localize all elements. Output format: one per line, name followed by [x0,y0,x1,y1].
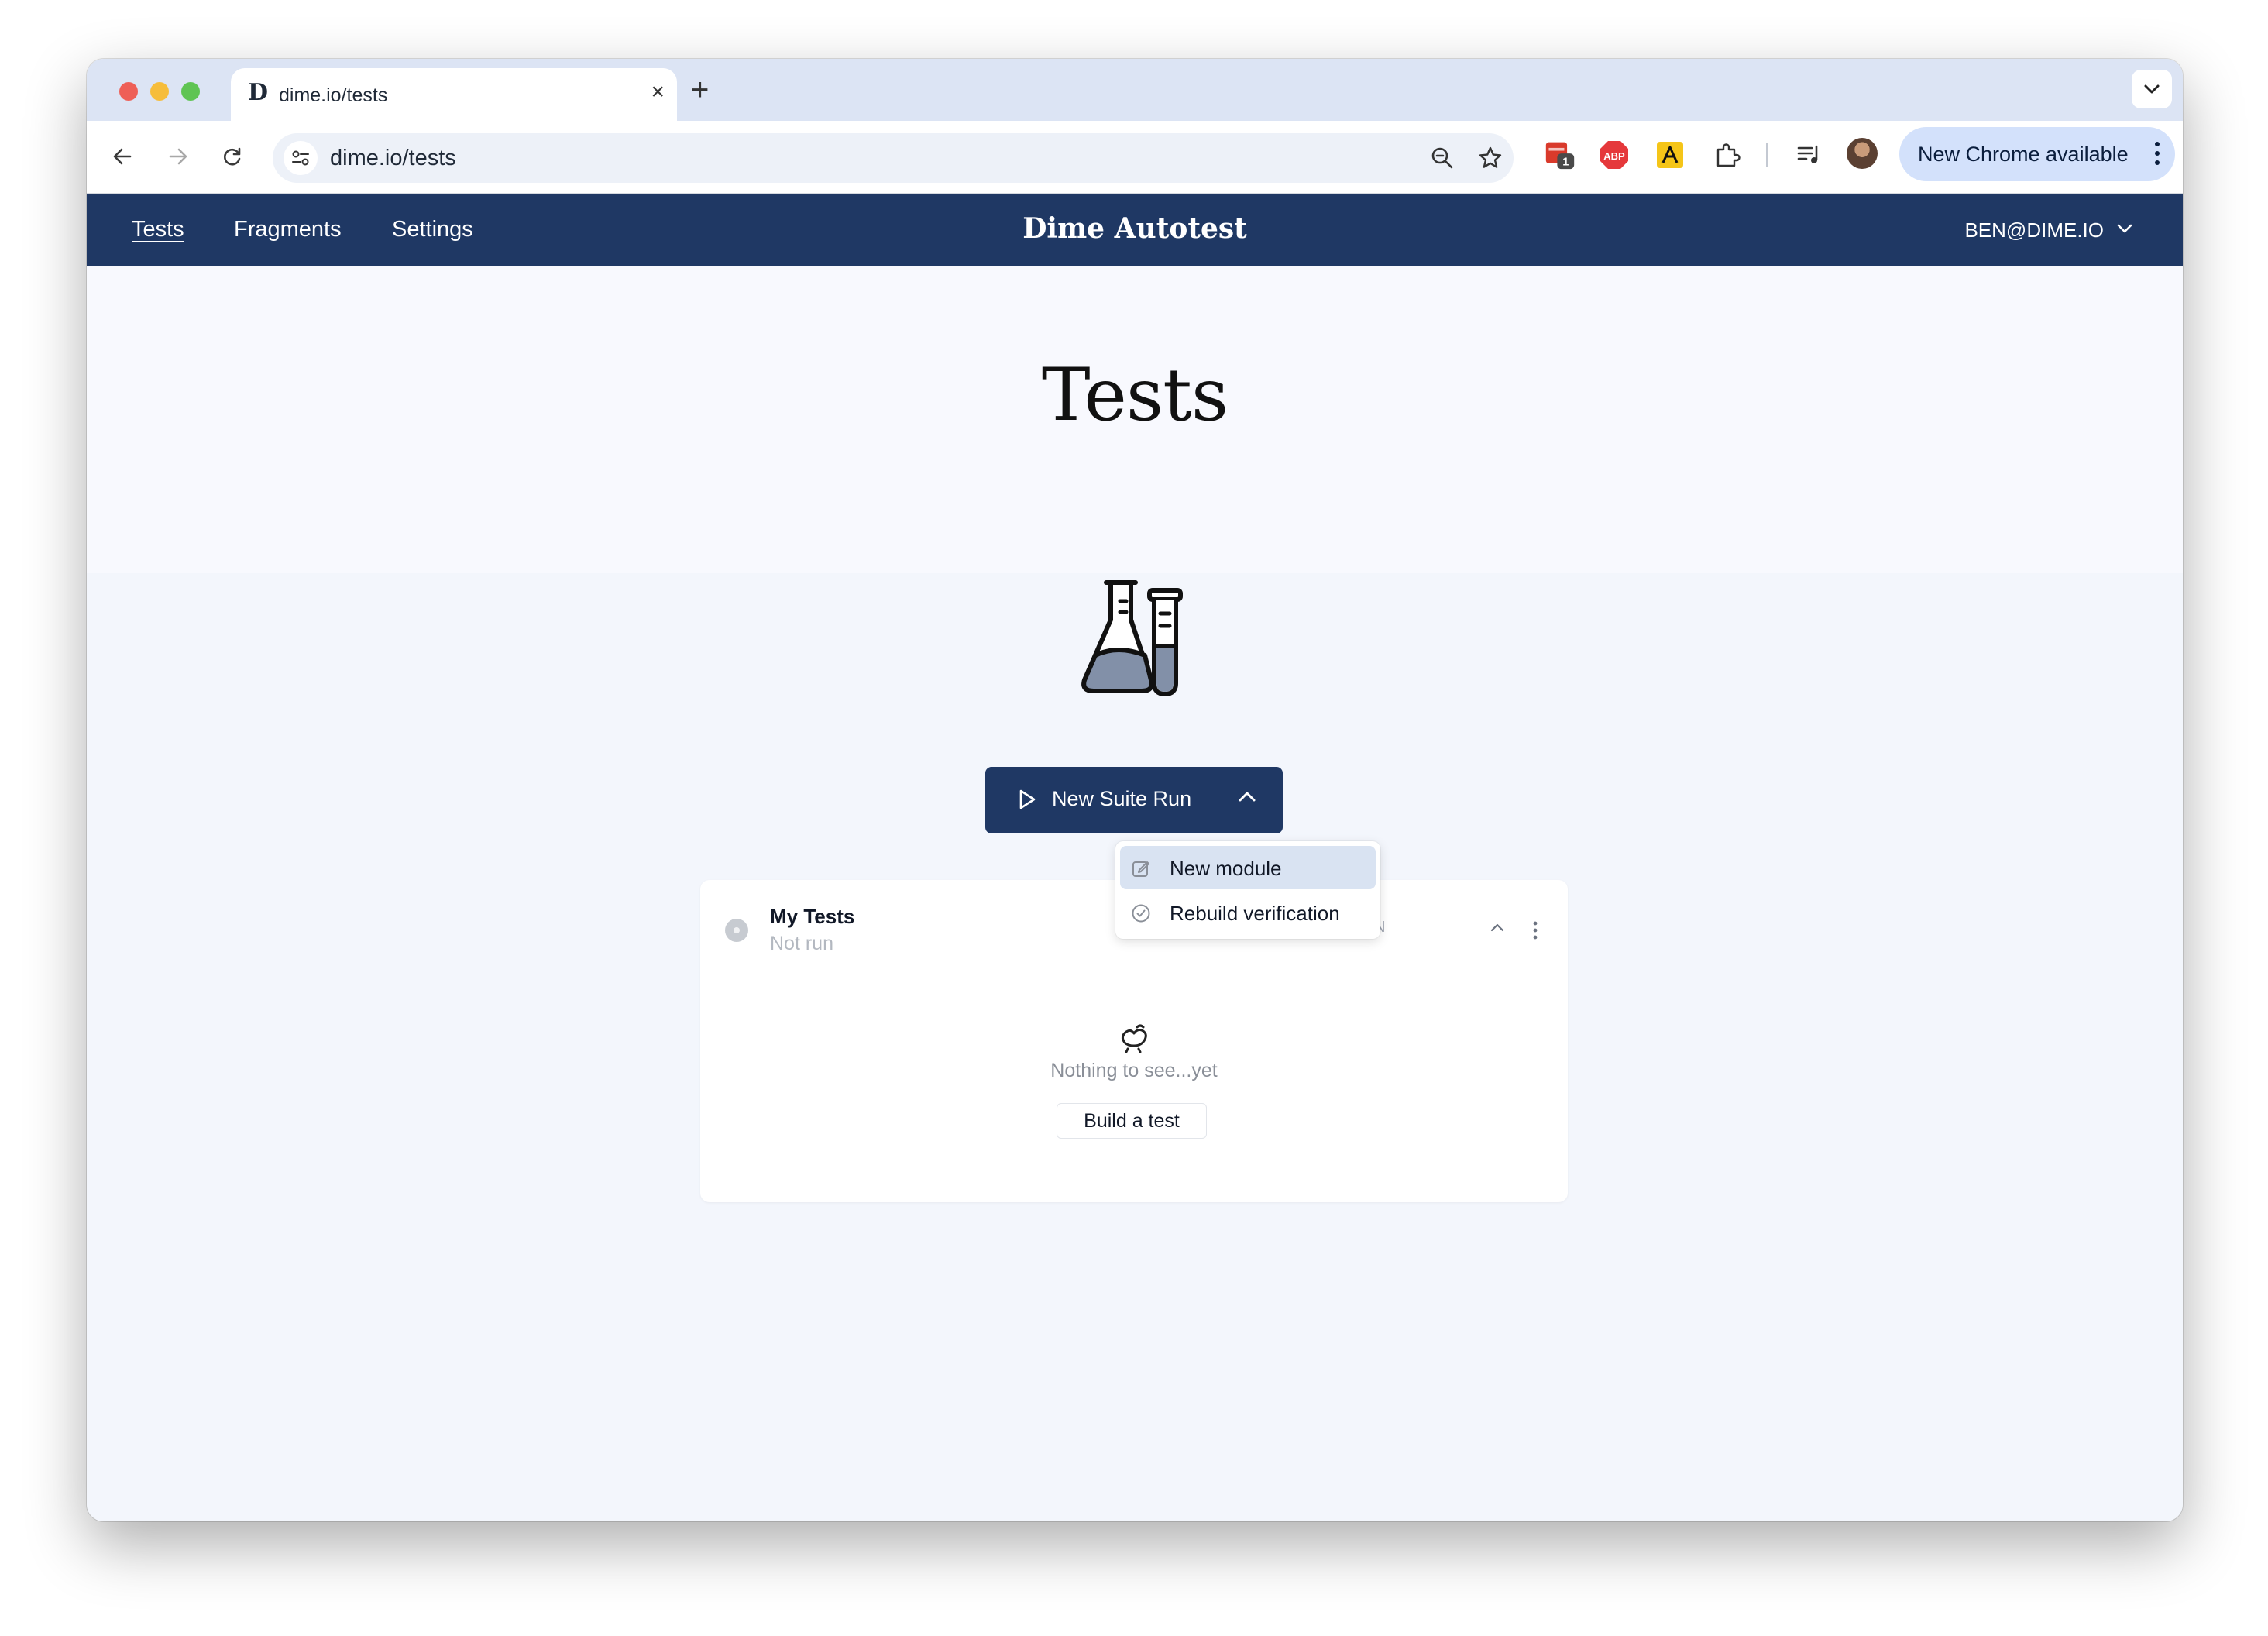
build-a-test-button[interactable]: Build a test [1057,1103,1207,1139]
forward-arrow-icon [169,148,187,165]
zoom-icon[interactable] [1427,143,1458,174]
close-window-button[interactable] [119,82,138,101]
chevron-down-icon[interactable] [2116,223,2133,234]
extensions-puzzle-icon[interactable] [1712,139,1743,170]
site-settings-icon[interactable] [284,141,318,175]
new-suite-run-button[interactable]: New Suite Run [985,767,1283,833]
chevron-up-icon[interactable] [1489,922,1506,933]
new-suite-run-label: New Suite Run [1052,787,1192,810]
yellow-extension-icon[interactable] [1655,139,1686,170]
menu-item-new-module[interactable]: New module [1120,846,1376,889]
tab-title: dime.io/tests [279,84,388,106]
edit-icon [1132,861,1149,877]
suite-title[interactable]: My Tests [770,905,854,929]
minimize-window-button[interactable] [150,82,169,101]
menu-item-rebuild-verification[interactable]: Rebuild verification [1120,891,1376,934]
more-vertical-icon [2155,142,2160,165]
abp-label: ABP [1603,150,1625,162]
page-title: Tests [1041,353,1228,438]
forward-button[interactable] [161,139,195,174]
tab-strip: D dime.io/tests × + [87,59,2183,121]
update-label: New Chrome available [1918,143,2129,166]
toolbar-separator [1766,143,1768,167]
app-brand: Dime Autotest [1022,212,1247,245]
reload-button[interactable] [215,139,249,174]
suite-run-dropdown: New module Rebuild verification [1115,841,1380,939]
reload-icon [223,147,241,166]
chevron-up-icon[interactable] [1238,790,1256,803]
play-icon [1019,789,1036,809]
menu-item-label: New module [1170,857,1282,880]
page-content: Tests New Suite Run My Tests Not run Not… [87,266,2183,1521]
adblock-extension-icon[interactable]: ABP [1599,139,1630,170]
profile-avatar[interactable] [1847,138,1878,169]
new-chrome-available-button[interactable]: New Chrome available [1899,127,2175,181]
new-tab-icon[interactable]: + [691,73,709,108]
address-bar[interactable]: dime.io/tests [273,133,1514,183]
favicon-icon: D [248,79,269,106]
empty-state-text: Nothing to see...yet [1050,1060,1218,1081]
browser-tab[interactable]: D dime.io/tests × [231,68,677,121]
tab-search-button[interactable] [2132,70,2172,108]
status-indicator [725,919,748,942]
extension-badge: 1 [1562,156,1569,169]
url-text: dime.io/tests [330,146,456,170]
menu-item-label: Rebuild verification [1170,902,1340,925]
chevron-down-icon [2144,84,2160,94]
squirrel-icon [1121,1024,1147,1053]
tab-close-icon[interactable]: × [651,79,665,105]
calendar-extension-icon[interactable]: 1 [1545,139,1576,170]
maximize-window-button[interactable] [181,82,200,101]
media-controls-icon[interactable] [1794,139,1825,170]
suite-status: Not run [770,933,833,954]
back-arrow-icon [113,148,132,165]
check-circle-icon [1132,904,1150,923]
browser-window: D dime.io/tests × + dime.io/tests 1 ABP … [87,59,2183,1521]
bookmark-star-icon[interactable] [1475,143,1506,174]
app-navbar: Tests Fragments Settings Dime Autotest B… [87,194,2183,266]
user-menu[interactable]: BEN@DIME.IO [1964,218,2104,242]
more-vertical-icon[interactable] [1532,920,1538,940]
lab-flask-icon [1081,580,1183,697]
back-button[interactable] [105,139,139,174]
